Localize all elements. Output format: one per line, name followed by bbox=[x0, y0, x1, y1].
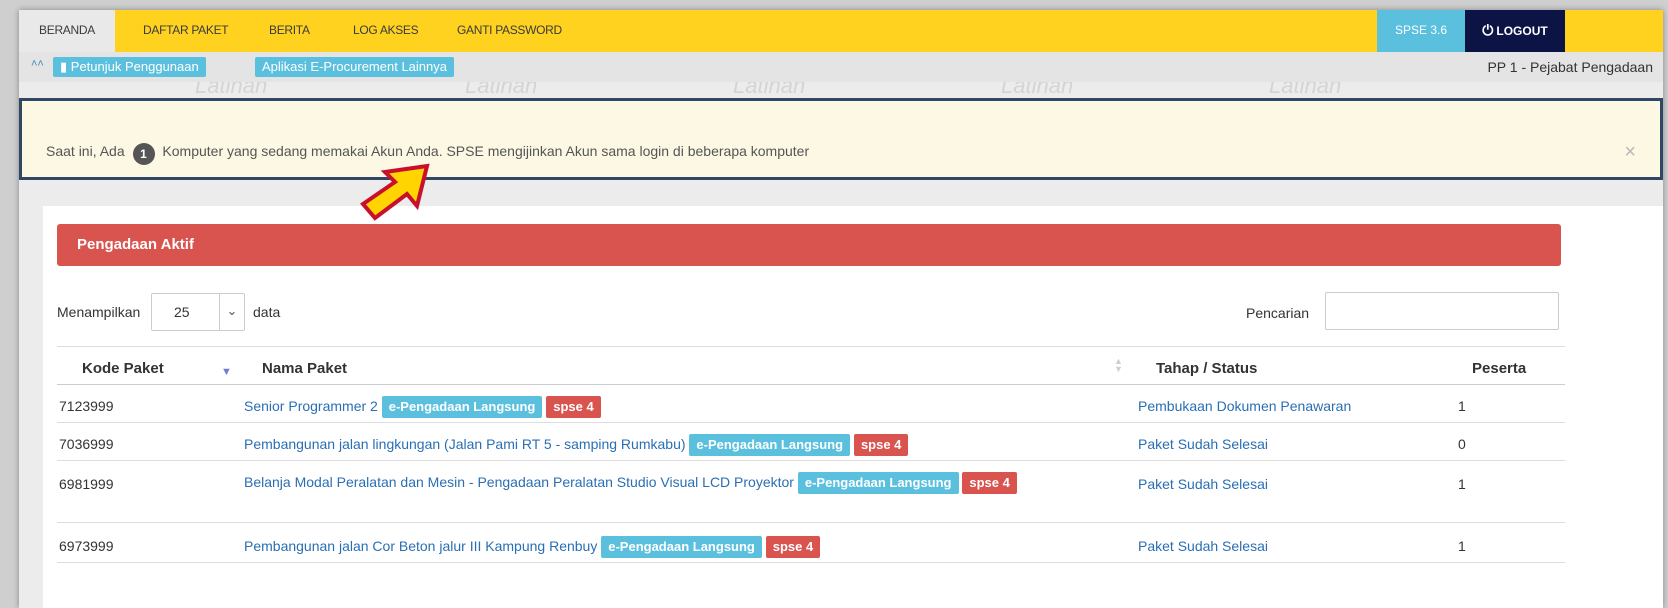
active-procurement-panel: Pengadaan Aktif Menampilkan 25 ⌄ data Pe… bbox=[43, 206, 1663, 608]
method-label: e-Pengadaan Langsung bbox=[689, 434, 851, 456]
col-peserta[interactable]: Peserta bbox=[1472, 360, 1526, 377]
row-divider bbox=[57, 460, 1565, 461]
header-divider bbox=[57, 384, 1565, 385]
version-badge: SPSE 3.6 bbox=[1377, 10, 1465, 52]
paket-link[interactable]: Belanja Modal Peralatan dan Mesin - Peng… bbox=[244, 474, 794, 490]
nama-paket-cell: Pembangunan jalan lingkungan (Jalan Pami… bbox=[244, 432, 1124, 456]
chevron-up-double-icon[interactable]: ˄˄ bbox=[31, 58, 44, 70]
page-size-select[interactable]: 25 ⌄ bbox=[151, 293, 245, 331]
page-size-value: 25 bbox=[174, 304, 190, 320]
alert-suffix: Komputer yang sedang memakai Akun Anda. … bbox=[162, 143, 810, 159]
status-link[interactable]: Pembukaan Dokumen Penawaran bbox=[1138, 398, 1351, 414]
top-navbar: BERANDA DAFTAR PAKET BERITA LOG AKSES GA… bbox=[19, 10, 1663, 52]
spse-label: spse 4 bbox=[765, 536, 821, 558]
nav-beranda[interactable]: BERANDA bbox=[19, 10, 115, 52]
status-link[interactable]: Paket Sudah Selesai bbox=[1138, 538, 1268, 554]
peserta-count: 1 bbox=[1458, 398, 1466, 414]
kode-paket: 6973999 bbox=[59, 538, 114, 554]
panel-header: Pengadaan Aktif bbox=[57, 224, 1561, 266]
logout-button[interactable]: ⏻ LOGOUT bbox=[1465, 10, 1565, 52]
search-label: Pencarian bbox=[1246, 305, 1310, 321]
peserta-count: 1 bbox=[1458, 476, 1466, 492]
nav-log-akses[interactable]: LOG AKSES bbox=[353, 10, 419, 52]
power-icon: ⏻ bbox=[1482, 22, 1494, 38]
method-label: e-Pengadaan Langsung bbox=[797, 472, 959, 494]
peserta-count: 1 bbox=[1458, 538, 1466, 554]
peserta-count: 0 bbox=[1458, 436, 1466, 452]
nav-daftar-paket[interactable]: DAFTAR PAKET bbox=[143, 10, 229, 52]
kode-paket: 7123999 bbox=[59, 398, 114, 414]
panel-title: Pengadaan Aktif bbox=[77, 236, 194, 253]
pointer-arrow-icon bbox=[360, 163, 430, 221]
col-kode-paket[interactable]: Kode Paket bbox=[82, 360, 164, 377]
show-label: Menampilkan bbox=[57, 304, 141, 320]
divider bbox=[57, 346, 1565, 347]
logout-label: LOGOUT bbox=[1496, 24, 1548, 38]
alert-prefix: Saat ini, Ada bbox=[46, 143, 125, 159]
sort-desc-icon[interactable]: ▼ bbox=[221, 366, 232, 378]
spse-label: spse 4 bbox=[546, 396, 601, 418]
sort-icon[interactable]: ▲ ▼ bbox=[1114, 357, 1123, 374]
search-input[interactable] bbox=[1325, 292, 1559, 330]
status-link[interactable]: Paket Sudah Selesai bbox=[1138, 436, 1268, 452]
row-divider bbox=[57, 522, 1565, 523]
sub-navbar: ˄˄ ▮ Petunjuk Penggunaan Aplikasi E-Proc… bbox=[19, 52, 1663, 82]
kode-paket: 6981999 bbox=[59, 476, 114, 492]
close-icon[interactable]: × bbox=[1624, 141, 1636, 164]
book-icon: ▮ bbox=[60, 59, 68, 74]
user-role: PP 1 - Pejabat Pengadaan bbox=[1487, 59, 1653, 75]
nama-paket-cell: Pembangunan jalan Cor Beton jalur III Ka… bbox=[244, 534, 1124, 558]
nav-ganti-password[interactable]: GANTI PASSWORD bbox=[457, 10, 562, 52]
paket-link[interactable]: Pembangunan jalan Cor Beton jalur III Ka… bbox=[244, 538, 597, 554]
nama-paket-cell: Belanja Modal Peralatan dan Mesin - Peng… bbox=[244, 470, 1084, 495]
method-label: e-Pengadaan Langsung bbox=[601, 536, 762, 558]
col-tahap-status[interactable]: Tahap / Status bbox=[1156, 360, 1257, 377]
browser-frame: BERANDA DAFTAR PAKET BERITA LOG AKSES GA… bbox=[19, 10, 1663, 608]
status-link[interactable]: Paket Sudah Selesai bbox=[1138, 476, 1268, 492]
chevron-down-icon: ⌄ bbox=[219, 294, 244, 330]
help-button[interactable]: ▮ Petunjuk Penggunaan bbox=[53, 57, 206, 77]
paket-link[interactable]: Senior Programmer 2 bbox=[244, 398, 378, 414]
session-count-badge: 1 bbox=[132, 143, 155, 165]
data-label: data bbox=[253, 304, 281, 320]
spse-label: spse 4 bbox=[962, 472, 1017, 494]
nama-paket-cell: Senior Programmer 2 e-Pengadaan Langsung… bbox=[244, 394, 1124, 418]
row-divider bbox=[57, 562, 1565, 563]
method-label: e-Pengadaan Langsung bbox=[381, 396, 543, 418]
spse-label: spse 4 bbox=[853, 434, 909, 456]
row-divider bbox=[57, 422, 1565, 423]
col-nama-paket[interactable]: Nama Paket bbox=[262, 360, 347, 377]
paket-link[interactable]: Pembangunan jalan lingkungan (Jalan Pami… bbox=[244, 436, 686, 452]
nav-berita[interactable]: BERITA bbox=[269, 10, 310, 52]
kode-paket: 7036999 bbox=[59, 436, 114, 452]
other-apps-button[interactable]: Aplikasi E-Procurement Lainnya bbox=[255, 57, 454, 77]
session-alert: Saat ini, Ada 1 Komputer yang sedang mem… bbox=[19, 98, 1663, 180]
help-button-label: Petunjuk Penggunaan bbox=[70, 59, 199, 74]
